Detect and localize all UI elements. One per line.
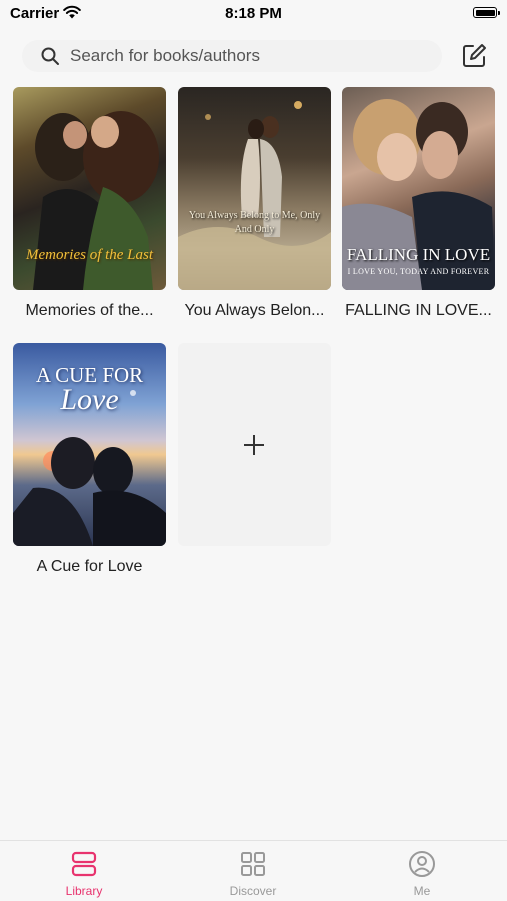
tab-me[interactable]: Me	[372, 841, 472, 901]
search-icon	[41, 47, 59, 65]
book-item[interactable]: You Always Belong to Me, Only And Only Y…	[178, 87, 331, 320]
book-cover[interactable]: Memories of the Last	[13, 87, 166, 290]
book-title: A Cue for Love	[36, 558, 143, 575]
book-cover[interactable]: A CUE FOR Love	[13, 343, 166, 546]
cover-subtitle: Love	[60, 383, 119, 416]
cover-subtitle: I LOVE YOU, TODAY AND FOREVER	[347, 267, 490, 276]
book-title: Memories of the...	[25, 302, 154, 319]
book-item[interactable]: FALLING IN LOVE I LOVE YOU, TODAY AND FO…	[342, 87, 495, 320]
plus-icon	[244, 435, 264, 455]
cover-title: You Always Belong to Me, Only And Only	[188, 210, 321, 235]
book-cover[interactable]: FALLING IN LOVE I LOVE YOU, TODAY AND FO…	[342, 87, 495, 290]
status-time: 8:18 PM	[225, 5, 282, 22]
library-icon	[71, 851, 97, 877]
battery-icon	[473, 7, 500, 18]
grid-icon	[241, 852, 265, 876]
cover-title: FALLING IN LOVE	[346, 245, 491, 264]
search-input[interactable]: Search for books/authors	[22, 40, 442, 72]
book-title: FALLING IN LOVE...	[345, 302, 492, 319]
tab-bar: Library Discover Me	[0, 840, 507, 901]
search-placeholder: Search for books/authors	[70, 46, 260, 65]
cover-title: Memories of the Last	[25, 247, 154, 263]
book-item[interactable]: A CUE FOR Love A Cue for Love	[13, 343, 166, 576]
status-bar: Carrier 8:18 PM	[0, 0, 507, 30]
tab-label: Discover	[229, 884, 277, 898]
cover-art	[178, 101, 331, 290]
add-book-button[interactable]	[178, 343, 331, 546]
profile-icon	[409, 851, 435, 877]
book-item[interactable]: Memories of the Last Memories of the...	[13, 87, 166, 320]
tab-label: Library	[65, 884, 103, 898]
book-cover[interactable]: You Always Belong to Me, Only And Only	[178, 87, 331, 290]
tab-library[interactable]: Library	[34, 841, 134, 901]
edit-button[interactable]	[460, 42, 488, 70]
book-title: You Always Belon...	[184, 302, 325, 319]
tab-discover[interactable]: Discover	[203, 841, 303, 901]
tab-label: Me	[413, 884, 431, 898]
